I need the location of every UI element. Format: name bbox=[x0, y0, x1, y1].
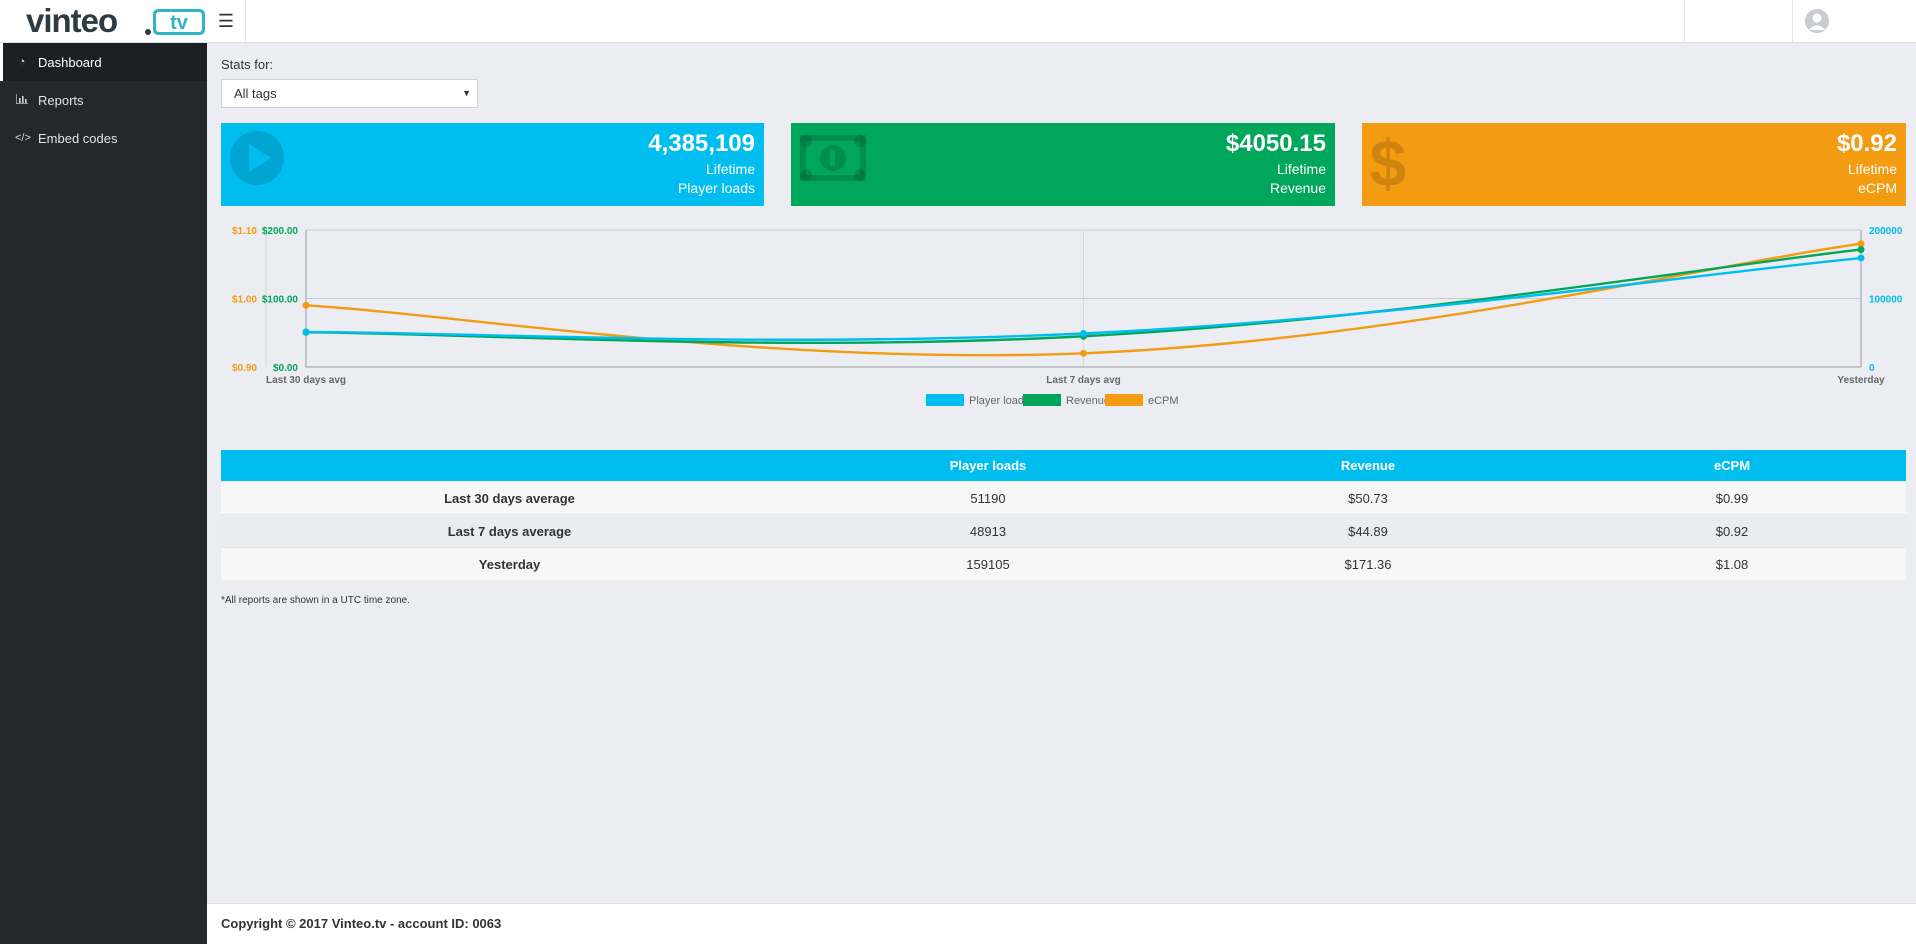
y-tick-label-revenue: $0.00 bbox=[273, 363, 298, 374]
stat-caption: Lifetime bbox=[1276, 161, 1326, 177]
table-cell: 48913 bbox=[798, 514, 1178, 548]
legend-label: eCPM bbox=[1148, 395, 1179, 407]
x-tick-label: Last 7 days avg bbox=[1046, 375, 1120, 386]
table-header-cell: Revenue bbox=[1178, 450, 1558, 482]
sidebar-item-embed-codes[interactable]: </> Embed codes bbox=[0, 119, 207, 157]
x-tick-label: Last 30 days avg bbox=[266, 375, 346, 386]
logo-tv-badge: tv bbox=[145, 9, 205, 35]
table-cell: $44.89 bbox=[1178, 514, 1558, 548]
menu-toggle-button[interactable]: ☰ bbox=[207, 0, 246, 42]
table-header-cell: Player loads bbox=[798, 450, 1178, 482]
table-cell: 159105 bbox=[798, 547, 1178, 580]
table-cell: $0.99 bbox=[1558, 481, 1906, 515]
money-icon bbox=[800, 135, 866, 181]
code-icon: </> bbox=[15, 132, 31, 144]
table-row: Yesterday 159105 $171.36 $1.08 bbox=[221, 547, 1906, 580]
table-row: Last 7 days average 48913 $44.89 $0.92 bbox=[221, 514, 1906, 548]
data-point bbox=[1080, 349, 1087, 357]
y-tick-label-loads: 0 bbox=[1869, 363, 1875, 374]
table-cell: $0.92 bbox=[1558, 514, 1906, 548]
hamburger-icon: ☰ bbox=[217, 10, 235, 31]
topbar-divider bbox=[1792, 0, 1793, 42]
table-row: Last 30 days average 51190 $50.73 $0.99 bbox=[221, 481, 1906, 515]
timezone-note: *All reports are shown in a UTC time zon… bbox=[221, 595, 410, 606]
y-tick-label-loads: 100000 bbox=[1869, 295, 1903, 306]
top-bar: vinteo tv ☰ bbox=[0, 0, 1916, 43]
stat-caption: Revenue bbox=[1269, 180, 1326, 196]
table-cell: 51190 bbox=[798, 481, 1178, 515]
dashboard-icon: ◔ bbox=[18, 56, 26, 68]
legend-swatch bbox=[926, 394, 964, 406]
stats-table: Player loads Revenue eCPM Last 30 days a… bbox=[221, 450, 1906, 580]
user-icon bbox=[1805, 9, 1829, 33]
performance-line-chart: $0.90 $1.00 $1.10 $0.00 $100.00 $200.00 0 10000… bbox=[232, 226, 1903, 407]
stat-card-revenue: $4050.15 Lifetime Revenue bbox=[791, 123, 1335, 206]
footer: Copyright © 2017 Vinteo.tv - account ID:… bbox=[207, 903, 1916, 944]
table-cell: $50.73 bbox=[1178, 481, 1558, 515]
main-content: Stats for: All tags ▼ 4,385,109 Lifetime… bbox=[207, 43, 1916, 903]
legend-swatch bbox=[1105, 394, 1143, 406]
stat-caption: Player loads bbox=[677, 180, 755, 196]
legend-label: Player loads bbox=[969, 395, 1030, 407]
table-cell: $171.36 bbox=[1178, 547, 1558, 580]
logo-wordmark: vinteo bbox=[26, 2, 118, 39]
sidebar-item-label: Reports bbox=[38, 92, 84, 108]
stat-card-player-loads: 4,385,109 Lifetime Player loads bbox=[221, 123, 764, 206]
bar-chart-icon bbox=[15, 93, 29, 107]
stat-card-ecpm: $ $0.92 Lifetime eCPM bbox=[1362, 123, 1906, 206]
stat-value: $4050.15 bbox=[1225, 130, 1326, 157]
table-cell: $1.08 bbox=[1558, 547, 1906, 580]
sidebar: ◔ Dashboard Reports </> Embed codes bbox=[0, 43, 207, 944]
stat-caption: eCPM bbox=[1858, 180, 1897, 196]
y-tick-label-revenue: $100.00 bbox=[262, 295, 299, 306]
sidebar-item-reports[interactable]: Reports bbox=[0, 81, 207, 119]
dollar-icon: $ bbox=[1370, 130, 1407, 194]
table-cell: Last 7 days average bbox=[221, 514, 798, 548]
data-point bbox=[302, 301, 310, 309]
copyright-text: Copyright © 2017 Vinteo.tv - account ID:… bbox=[221, 916, 502, 931]
data-point bbox=[302, 328, 310, 336]
play-icon bbox=[230, 131, 284, 185]
tag-select-value: All tags bbox=[234, 86, 277, 101]
svg-text:tv: tv bbox=[170, 12, 189, 34]
stat-value: 4,385,109 bbox=[648, 130, 755, 157]
y-tick-label-ecpm: $1.00 bbox=[232, 295, 257, 306]
sidebar-item-label: Dashboard bbox=[38, 54, 102, 70]
sidebar-item-label: Embed codes bbox=[38, 130, 118, 146]
vinteo-logo[interactable]: vinteo tv bbox=[26, 2, 205, 39]
user-avatar[interactable] bbox=[1805, 9, 1829, 33]
svg-text:$: $ bbox=[1370, 130, 1407, 194]
stat-caption: Lifetime bbox=[705, 161, 755, 177]
topbar-divider bbox=[1684, 0, 1685, 42]
table-cell: Yesterday bbox=[221, 547, 798, 580]
stat-value: $0.92 bbox=[1836, 130, 1897, 157]
data-point bbox=[1080, 329, 1087, 337]
tag-select[interactable]: All tags ▼ bbox=[221, 79, 478, 108]
table-cell: Last 30 days average bbox=[221, 481, 798, 515]
data-point bbox=[1857, 254, 1865, 262]
stats-for-label: Stats for: bbox=[221, 57, 274, 72]
table-header-cell bbox=[221, 450, 798, 482]
data-point bbox=[1857, 246, 1865, 254]
stat-caption: Lifetime bbox=[1847, 161, 1897, 177]
y-tick-label-ecpm: $1.10 bbox=[232, 226, 257, 237]
table-header-row: Player loads Revenue eCPM bbox=[221, 450, 1906, 482]
legend-swatch bbox=[1023, 394, 1061, 406]
y-tick-label-ecpm: $0.90 bbox=[232, 363, 257, 374]
y-tick-label-loads: 200000 bbox=[1869, 226, 1903, 237]
table-header-cell: eCPM bbox=[1558, 450, 1906, 482]
sidebar-item-dashboard[interactable]: ◔ Dashboard bbox=[0, 43, 207, 81]
x-tick-label: Yesterday bbox=[1837, 375, 1885, 386]
legend-label: Revenue bbox=[1066, 395, 1110, 407]
y-tick-label-revenue: $200.00 bbox=[262, 226, 299, 237]
caret-down-icon: ▼ bbox=[462, 88, 471, 98]
